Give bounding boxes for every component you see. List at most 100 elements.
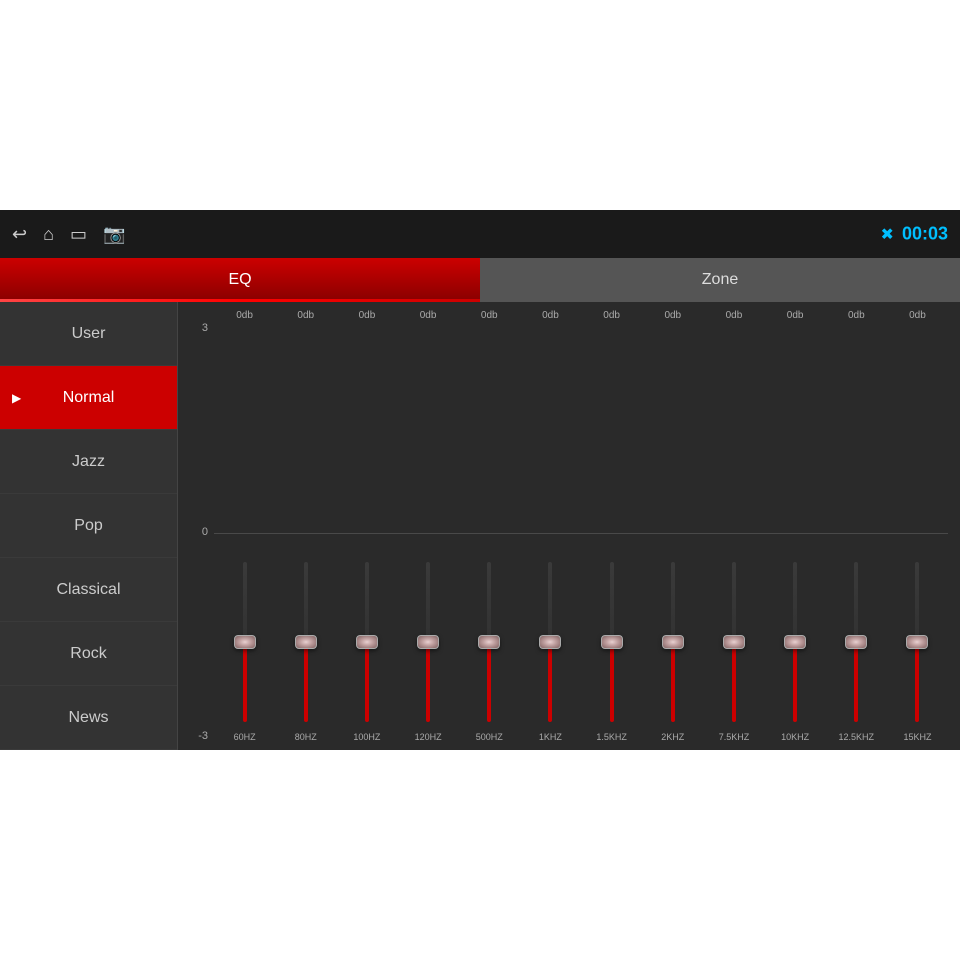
slider-thumb-2[interactable] bbox=[356, 635, 378, 649]
slider-col-10[interactable]: 12.5KHZ bbox=[826, 323, 887, 742]
bluetooth-icon: ✖ bbox=[881, 224, 894, 244]
slider-track-7 bbox=[671, 562, 675, 722]
slider-fill-3 bbox=[426, 642, 430, 722]
sidebar-item-pop[interactable]: Pop bbox=[0, 494, 177, 558]
band-6-db: 0db bbox=[581, 310, 642, 321]
freq-label-8: 7.5KHZ bbox=[719, 732, 750, 742]
slider-fill-11 bbox=[915, 642, 919, 722]
tab-eq[interactable]: EQ bbox=[0, 258, 480, 302]
slider-thumb-9[interactable] bbox=[784, 635, 806, 649]
slider-track-6 bbox=[610, 562, 614, 722]
scale-0: 0 bbox=[202, 527, 208, 538]
sidebar-item-user[interactable]: User bbox=[0, 302, 177, 366]
eq-scale: 3 0 -3 bbox=[186, 323, 214, 742]
top-bar: ↩ ⌂ ▭ 📷 ✖ 00:03 bbox=[0, 210, 960, 258]
slider-track-1 bbox=[304, 562, 308, 722]
slider-fill-5 bbox=[548, 642, 552, 722]
sidebar-item-news[interactable]: News bbox=[0, 686, 177, 750]
slider-col-3[interactable]: 120HZ bbox=[398, 323, 459, 742]
image-icon[interactable]: 📷 bbox=[103, 224, 125, 245]
scale-3: 3 bbox=[202, 323, 208, 334]
band-4-db: 0db bbox=[459, 310, 520, 321]
band-2-db: 0db bbox=[336, 310, 397, 321]
eq-area: 0db 0db 0db 0db 0db 0db 0db 0db 0db 0db … bbox=[178, 302, 960, 750]
sidebar-item-classical[interactable]: Classical bbox=[0, 558, 177, 622]
window-icon[interactable]: ▭ bbox=[70, 224, 87, 245]
freq-label-10: 12.5KHZ bbox=[839, 732, 875, 742]
freq-label-5: 1KHZ bbox=[539, 732, 562, 742]
eq-db-labels: 0db 0db 0db 0db 0db 0db 0db 0db 0db 0db … bbox=[214, 310, 948, 321]
freq-label-6: 1.5KHZ bbox=[596, 732, 627, 742]
freq-label-7: 2KHZ bbox=[661, 732, 684, 742]
slider-col-7[interactable]: 2KHZ bbox=[642, 323, 703, 742]
freq-label-9: 10KHZ bbox=[781, 732, 809, 742]
slider-thumb-3[interactable] bbox=[417, 635, 439, 649]
freq-label-1: 80HZ bbox=[295, 732, 317, 742]
slider-fill-6 bbox=[610, 642, 614, 722]
slider-thumb-8[interactable] bbox=[723, 635, 745, 649]
time-display: 00:03 bbox=[902, 224, 948, 245]
slider-track-3 bbox=[426, 562, 430, 722]
slider-track-4 bbox=[487, 562, 491, 722]
slider-thumb-0[interactable] bbox=[234, 635, 256, 649]
eq-sliders: 60HZ 80HZ 100HZ 120HZ 500HZ 1KHZ 1.5KHZ 2KHZ 7.5… bbox=[214, 323, 948, 742]
play-icon: ▶ bbox=[12, 391, 21, 405]
back-icon[interactable]: ↩ bbox=[12, 224, 27, 245]
slider-col-1[interactable]: 80HZ bbox=[275, 323, 336, 742]
slider-track-9 bbox=[793, 562, 797, 722]
slider-track-0 bbox=[243, 562, 247, 722]
band-10-db: 0db bbox=[826, 310, 887, 321]
slider-fill-10 bbox=[854, 642, 858, 722]
slider-track-5 bbox=[548, 562, 552, 722]
band-1-db: 0db bbox=[275, 310, 336, 321]
slider-col-5[interactable]: 1KHZ bbox=[520, 323, 581, 742]
freq-label-2: 100HZ bbox=[353, 732, 380, 742]
slider-thumb-5[interactable] bbox=[539, 635, 561, 649]
device-screen: ↩ ⌂ ▭ 📷 ✖ 00:03 EQ Zone User ▶ Normal bbox=[0, 210, 960, 750]
slider-col-11[interactable]: 15KHZ bbox=[887, 323, 948, 742]
band-8-db: 0db bbox=[703, 310, 764, 321]
slider-fill-8 bbox=[732, 642, 736, 722]
freq-label-11: 15KHZ bbox=[903, 732, 931, 742]
slider-track-11 bbox=[915, 562, 919, 722]
slider-thumb-11[interactable] bbox=[906, 635, 928, 649]
slider-col-0[interactable]: 60HZ bbox=[214, 323, 275, 742]
slider-col-8[interactable]: 7.5KHZ bbox=[703, 323, 764, 742]
slider-fill-4 bbox=[487, 642, 491, 722]
freq-label-3: 120HZ bbox=[415, 732, 442, 742]
slider-thumb-10[interactable] bbox=[845, 635, 867, 649]
tab-zone[interactable]: Zone bbox=[480, 258, 960, 302]
band-0-db: 0db bbox=[214, 310, 275, 321]
band-3-db: 0db bbox=[398, 310, 459, 321]
scale-neg3: -3 bbox=[198, 731, 208, 742]
slider-fill-9 bbox=[793, 642, 797, 722]
slider-track-2 bbox=[365, 562, 369, 722]
slider-track-8 bbox=[732, 562, 736, 722]
band-5-db: 0db bbox=[520, 310, 581, 321]
main-content: User ▶ Normal Jazz Pop Classical Rock Ne… bbox=[0, 302, 960, 750]
band-11-db: 0db bbox=[887, 310, 948, 321]
slider-col-2[interactable]: 100HZ bbox=[336, 323, 397, 742]
slider-fill-0 bbox=[243, 642, 247, 722]
freq-label-4: 500HZ bbox=[476, 732, 503, 742]
slider-thumb-7[interactable] bbox=[662, 635, 684, 649]
slider-col-6[interactable]: 1.5KHZ bbox=[581, 323, 642, 742]
band-7-db: 0db bbox=[642, 310, 703, 321]
freq-label-0: 60HZ bbox=[234, 732, 256, 742]
slider-col-4[interactable]: 500HZ bbox=[459, 323, 520, 742]
sidebar: User ▶ Normal Jazz Pop Classical Rock Ne… bbox=[0, 302, 178, 750]
home-icon[interactable]: ⌂ bbox=[43, 224, 54, 245]
tab-bar: EQ Zone bbox=[0, 258, 960, 302]
band-9-db: 0db bbox=[765, 310, 826, 321]
slider-fill-2 bbox=[365, 642, 369, 722]
slider-fill-1 bbox=[304, 642, 308, 722]
slider-thumb-6[interactable] bbox=[601, 635, 623, 649]
sidebar-item-rock[interactable]: Rock bbox=[0, 622, 177, 686]
sidebar-item-jazz[interactable]: Jazz bbox=[0, 430, 177, 494]
slider-thumb-4[interactable] bbox=[478, 635, 500, 649]
sidebar-item-normal[interactable]: ▶ Normal bbox=[0, 366, 177, 430]
slider-track-10 bbox=[854, 562, 858, 722]
slider-fill-7 bbox=[671, 642, 675, 722]
slider-col-9[interactable]: 10KHZ bbox=[765, 323, 826, 742]
slider-thumb-1[interactable] bbox=[295, 635, 317, 649]
